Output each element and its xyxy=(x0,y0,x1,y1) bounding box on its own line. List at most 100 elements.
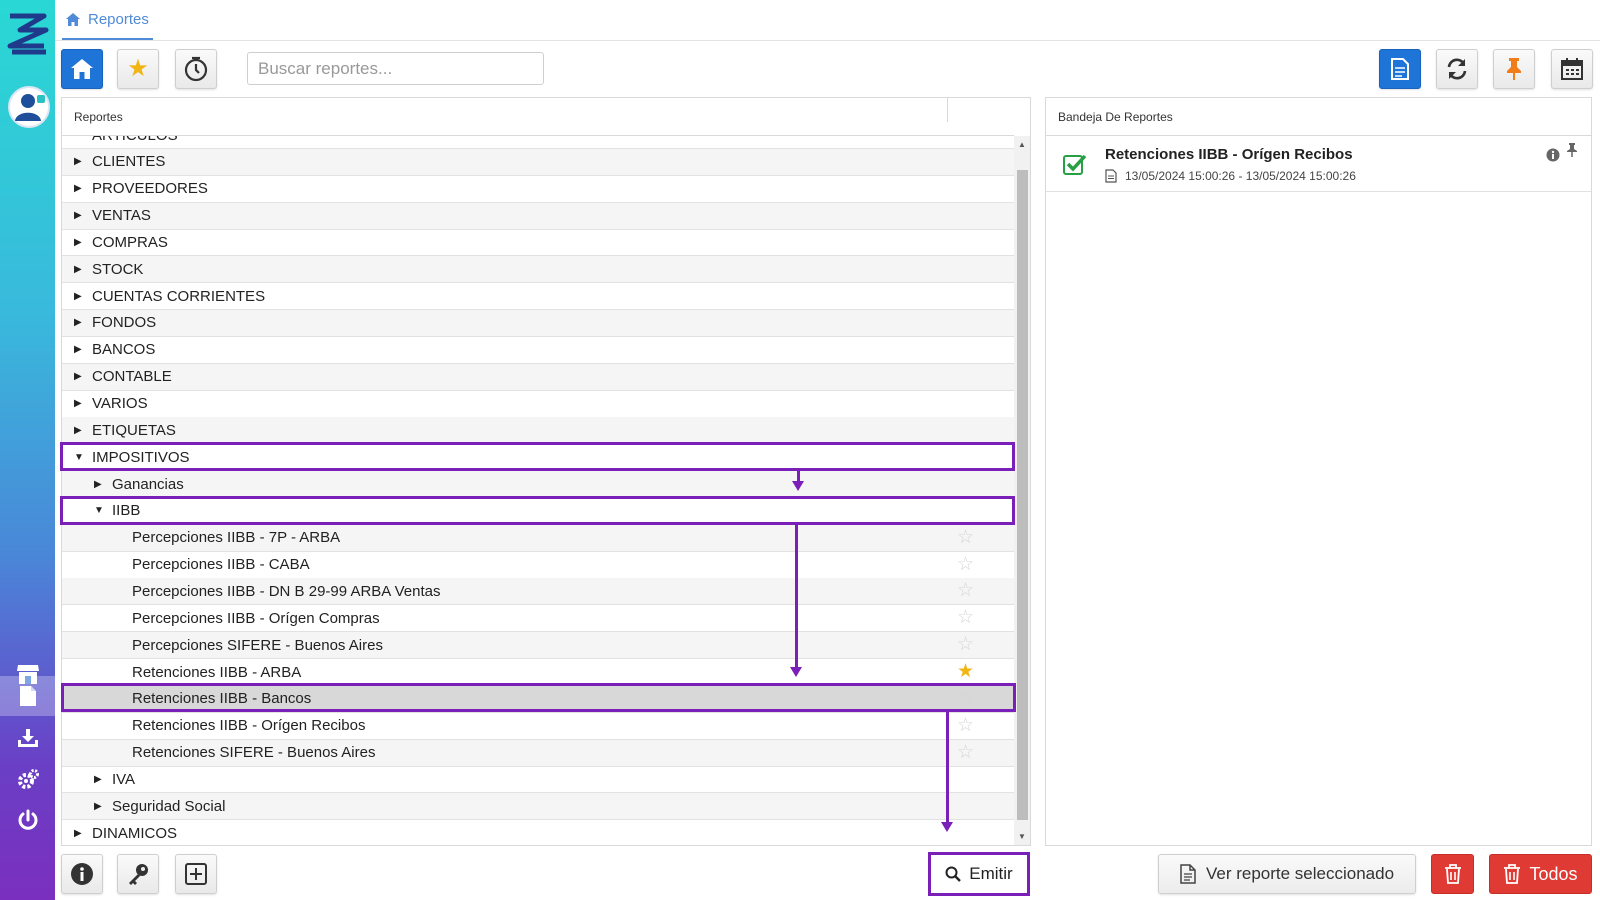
favorite-star-icon[interactable]: ☆ xyxy=(957,527,974,548)
calendar-button[interactable] xyxy=(1551,49,1593,89)
tree-category-row[interactable]: ▶ ETIQUETAS xyxy=(62,417,1014,445)
tree-item-label: Percepciones IIBB - CABA xyxy=(132,556,310,574)
favorite-star-icon[interactable]: ☆ xyxy=(957,715,974,736)
annotation-arrow-line xyxy=(946,712,949,822)
power-icon[interactable] xyxy=(0,800,55,840)
plus-square-icon xyxy=(185,863,207,885)
star-icon: ★ xyxy=(127,55,149,82)
scroll-up-arrow-icon[interactable]: ▲ xyxy=(1018,140,1026,149)
favorite-star-icon[interactable]: ☆ xyxy=(957,554,974,575)
tree-item-label: Retenciones SIFERE - Buenos Aires xyxy=(132,744,376,762)
report-view-button[interactable] xyxy=(1379,49,1421,89)
tree-item-label: Seguridad Social xyxy=(112,797,226,815)
user-avatar-icon[interactable] xyxy=(8,86,50,128)
report-item[interactable]: Percepciones IIBB - Orígen Compras ☆ xyxy=(62,605,1014,633)
tree-item-label: CUENTAS CORRIENTES xyxy=(92,287,266,305)
tree-item-label: PROVEEDORES xyxy=(92,180,208,198)
tree-category-row[interactable]: ▶ IVA xyxy=(62,766,1014,794)
favorite-star-icon[interactable]: ☆ xyxy=(957,742,974,763)
tree-item-label: Percepciones IIBB - 7P - ARBA xyxy=(132,529,341,547)
tree-category-row[interactable]: ▶ CONTABLE xyxy=(62,363,1014,391)
tree-category-row[interactable]: ARTICULOS xyxy=(62,136,1014,149)
favorite-star-icon[interactable]: ☆ xyxy=(957,635,974,655)
tree-category-row[interactable]: ▶ Ganancias xyxy=(62,471,1014,499)
report-item[interactable]: Percepciones IIBB - DN B 29-99 ARBA Vent… xyxy=(62,578,1014,606)
tree-item-label: BANCOS xyxy=(92,341,156,359)
caret-right-icon[interactable]: ▶ xyxy=(74,317,84,328)
caret-right-icon[interactable]: ▶ xyxy=(94,479,104,490)
caret-right-icon[interactable]: ▶ xyxy=(74,398,84,409)
tree-item-label: Ganancias xyxy=(112,475,184,493)
favorite-star-icon[interactable]: ☆ xyxy=(957,581,974,601)
tree-category-row[interactable]: ▶ CLIENTES xyxy=(62,148,1014,176)
tree-category-row[interactable]: ▶ STOCK xyxy=(62,256,1014,284)
delete-button[interactable] xyxy=(1431,854,1474,894)
tree-category-row[interactable]: ▶ DINAMICOS xyxy=(62,820,1014,845)
file-icon xyxy=(1180,864,1196,884)
tree-item-label: CONTABLE xyxy=(92,368,172,386)
caret-right-icon[interactable]: ▶ xyxy=(74,344,84,355)
info-button[interactable] xyxy=(61,854,103,894)
settings-gears-icon[interactable] xyxy=(0,760,55,800)
report-item[interactable]: Retenciones IIBB - ARBA ★ xyxy=(62,659,1014,686)
add-button[interactable] xyxy=(175,854,217,894)
vertical-scrollbar[interactable]: ▲ ▼ xyxy=(1014,136,1030,845)
caret-right-icon[interactable]: ▶ xyxy=(74,828,84,839)
caret-right-icon[interactable]: ▶ xyxy=(94,774,104,785)
favorite-star-icon[interactable]: ★ xyxy=(957,662,974,682)
scrollbar-thumb[interactable] xyxy=(1017,170,1028,820)
reports-panel: Reportes ARTICULOS▶CLIENTES▶PROVEEDORES▶… xyxy=(61,97,1031,846)
tree-category-row[interactable]: ▶ FONDOS xyxy=(62,309,1014,337)
download-tray-icon[interactable] xyxy=(0,718,55,758)
app-logo[interactable] xyxy=(6,12,50,58)
tray-item[interactable]: Retenciones IIBB - Orígen Recibos 13/05/… xyxy=(1046,136,1591,192)
delete-all-button[interactable]: Todos xyxy=(1489,854,1592,894)
tree-category-row[interactable]: ▶ PROVEEDORES xyxy=(62,176,1014,203)
caret-right-icon[interactable]: ▶ xyxy=(74,183,84,194)
report-item[interactable]: Retenciones IIBB - Orígen Recibos ☆ xyxy=(62,713,1014,740)
tree-category-row[interactable]: ▶ COMPRAS xyxy=(62,229,1014,257)
tree-item-label: VARIOS xyxy=(92,395,148,412)
delete-all-label: Todos xyxy=(1529,863,1578,884)
report-item[interactable]: Retenciones SIFERE - Buenos Aires ☆ xyxy=(62,739,1014,767)
tree-item-label: ETIQUETAS xyxy=(92,421,176,439)
favorite-star-icon[interactable]: ☆ xyxy=(957,608,974,628)
tree-item-label: FONDOS xyxy=(92,314,157,332)
caret-right-icon[interactable]: ▶ xyxy=(74,425,84,436)
search-input[interactable] xyxy=(247,52,544,85)
history-button[interactable] xyxy=(175,49,217,89)
highlight-impositivos xyxy=(60,442,1015,471)
tree-category-row[interactable]: ▶ VENTAS xyxy=(62,202,1014,230)
tree-category-row[interactable]: ▶ BANCOS xyxy=(62,337,1014,364)
caret-right-icon[interactable]: ▶ xyxy=(94,801,104,812)
tree-item-label: COMPRAS xyxy=(92,233,168,251)
refresh-button[interactable] xyxy=(1436,49,1478,89)
key-button[interactable] xyxy=(117,854,159,894)
home-button[interactable] xyxy=(61,49,103,89)
pin-icon[interactable] xyxy=(1566,142,1578,158)
report-item[interactable]: Percepciones IIBB - 7P - ARBA ☆ xyxy=(62,524,1014,552)
emit-button[interactable]: Emitir xyxy=(928,852,1030,896)
tree-category-row[interactable]: ▶ Seguridad Social xyxy=(62,793,1014,821)
caret-right-icon[interactable]: ▶ xyxy=(74,210,84,221)
tree-category-row[interactable]: ▶ VARIOS xyxy=(62,391,1014,418)
caret-right-icon[interactable]: ▶ xyxy=(74,291,84,302)
scroll-down-arrow-icon[interactable]: ▼ xyxy=(1018,832,1026,841)
report-item[interactable]: Percepciones IIBB - CABA ☆ xyxy=(62,552,1014,579)
reports-nav-icon[interactable] xyxy=(0,676,55,716)
report-tree: ARTICULOS ▶ CLIENTES ▶ PROVEEDORES ▶ VENTAS ▶ CO… xyxy=(62,136,1014,845)
caret-right-icon[interactable]: ▶ xyxy=(74,264,84,275)
pin-button[interactable] xyxy=(1493,49,1535,89)
view-selected-report-button[interactable]: Ver reporte seleccionado xyxy=(1158,854,1416,894)
breadcrumb[interactable]: Reportes xyxy=(62,0,153,40)
report-item[interactable]: Percepciones SIFERE - Buenos Aires ☆ xyxy=(62,632,1014,660)
app-sidebar xyxy=(0,0,55,900)
caret-right-icon[interactable]: ▶ xyxy=(74,371,84,382)
column-separator xyxy=(947,98,948,122)
info-icon[interactable] xyxy=(1546,148,1560,162)
key-icon xyxy=(129,864,148,885)
favorites-button[interactable]: ★ xyxy=(117,49,159,89)
tree-category-row[interactable]: ▶ CUENTAS CORRIENTES xyxy=(62,283,1014,311)
caret-right-icon[interactable]: ▶ xyxy=(74,156,84,167)
caret-right-icon[interactable]: ▶ xyxy=(74,237,84,248)
